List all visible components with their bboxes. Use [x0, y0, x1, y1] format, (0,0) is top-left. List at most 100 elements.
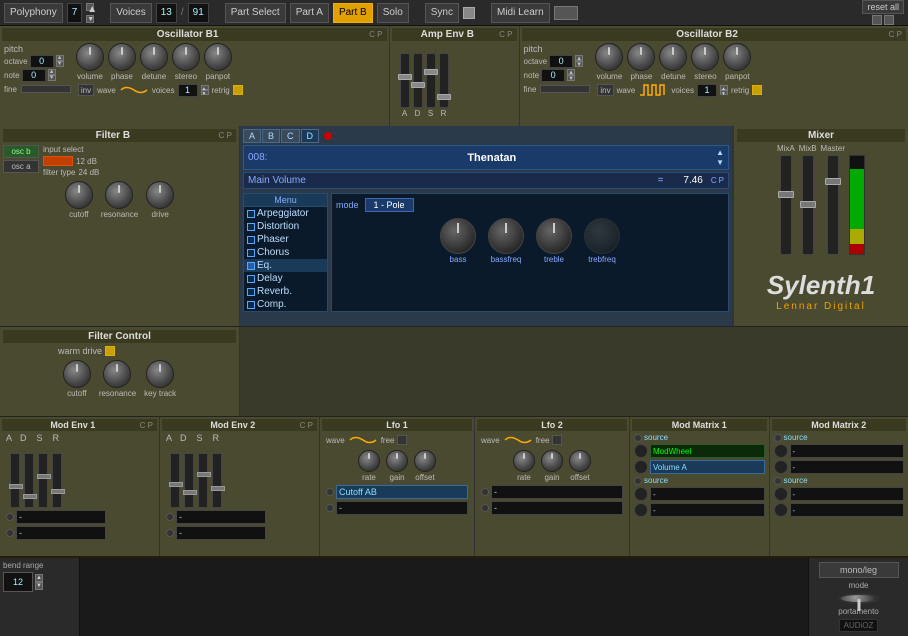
- reverb-checkbox[interactable]: [247, 288, 255, 296]
- eq-treble-knob[interactable]: [536, 218, 572, 254]
- osc-b1-panpot-knob[interactable]: [204, 43, 232, 71]
- filter-b-cutoff-knob[interactable]: [65, 181, 93, 209]
- osc-b2-stereo-knob[interactable]: [691, 43, 719, 71]
- mod-env1-a-track[interactable]: [10, 453, 20, 508]
- polyphony-btn[interactable]: Polyphony: [4, 3, 63, 23]
- mod-env1-d-track[interactable]: [24, 453, 34, 508]
- mm1-knob2[interactable]: [634, 460, 648, 474]
- lfo1-free-led[interactable]: [397, 435, 407, 445]
- filter-b-drive-knob[interactable]: [146, 181, 174, 209]
- osc-b2-detune-knob[interactable]: [659, 43, 687, 71]
- osc-b2-oct-dn[interactable]: ▼: [575, 61, 583, 67]
- osc-b2-octave-val[interactable]: 0: [549, 55, 573, 68]
- patch-up-arrow[interactable]: ▲: [716, 148, 724, 157]
- eq-bass-knob[interactable]: [440, 218, 476, 254]
- lfo2-rate-knob[interactable]: [513, 450, 535, 472]
- eq-mode-display[interactable]: 1 - Pole: [365, 198, 414, 212]
- midi-learn-btn[interactable]: Midi Learn: [491, 3, 550, 23]
- lfo1-rate-knob[interactable]: [358, 450, 380, 472]
- solo-btn[interactable]: Solo: [377, 3, 409, 23]
- mod-env2-d-track[interactable]: [184, 453, 194, 508]
- osc-b1-stereo-knob[interactable]: [172, 43, 200, 71]
- mm1-knob1[interactable]: [634, 444, 648, 458]
- part-select-btn[interactable]: Part Select: [225, 3, 286, 23]
- mod-env1-dropdown1[interactable]: -: [16, 510, 106, 524]
- osc-b1-phase-knob[interactable]: [108, 43, 136, 71]
- arp-checkbox[interactable]: [247, 210, 255, 218]
- mod-env2-dropdown2[interactable]: -: [176, 526, 266, 540]
- osc-b2-panpot-knob[interactable]: [723, 43, 751, 71]
- mod-env1-d-thumb[interactable]: [23, 494, 37, 499]
- osc-b1-inv-btn[interactable]: inv: [78, 84, 94, 96]
- mod-env1-r-thumb[interactable]: [51, 489, 65, 494]
- bend-value-display[interactable]: 12: [3, 572, 33, 592]
- lfo1-dest2[interactable]: -: [336, 501, 468, 515]
- mixer-mixb-track[interactable]: [802, 155, 814, 255]
- filter-ctrl-resonance-knob[interactable]: [103, 360, 131, 388]
- menu-eq[interactable]: Eq.: [244, 259, 327, 272]
- mod-env2-s-track[interactable]: [198, 453, 208, 508]
- mod-env2-s-thumb[interactable]: [197, 472, 211, 477]
- mod-env2-a-thumb[interactable]: [169, 482, 183, 487]
- chorus-checkbox[interactable]: [247, 249, 255, 257]
- mod-env2-r-track[interactable]: [212, 453, 222, 508]
- patch-tab-a[interactable]: A: [243, 129, 261, 143]
- patch-dn-arrow[interactable]: ▼: [716, 158, 724, 167]
- osc-b1-fine-slider[interactable]: [21, 85, 71, 93]
- amp-env-a-track[interactable]: [400, 53, 410, 108]
- eq-checkbox[interactable]: [247, 262, 255, 270]
- mod-env1-s-track[interactable]: [38, 453, 48, 508]
- menu-reverb[interactable]: Reverb.: [244, 285, 327, 298]
- mm2-source1-display[interactable]: -: [790, 444, 905, 458]
- mm2-dest2-display[interactable]: -: [790, 503, 905, 517]
- lfo2-free-led[interactable]: [552, 435, 562, 445]
- mm2-knob4[interactable]: [774, 503, 788, 517]
- osc-b1-voices-dn[interactable]: ▼: [201, 90, 209, 95]
- mm1-dest1-display[interactable]: Volume A: [650, 460, 765, 474]
- voices-btn[interactable]: Voices: [110, 3, 151, 23]
- mixer-master-track[interactable]: [827, 155, 839, 255]
- patch-tab-c[interactable]: C: [281, 129, 300, 143]
- menu-btn[interactable]: Menu: [244, 194, 327, 207]
- polyphony-down[interactable]: ▼: [86, 15, 94, 23]
- mixer-mixb-thumb[interactable]: [800, 201, 816, 208]
- osc-b1-voices-val[interactable]: 1: [178, 84, 198, 97]
- lfo2-offset-knob[interactable]: [569, 450, 591, 472]
- amp-env-a-thumb[interactable]: [398, 74, 412, 80]
- delay-checkbox[interactable]: [247, 275, 255, 283]
- portamento-knob[interactable]: [839, 593, 879, 604]
- osc-b1-retrig-led[interactable]: [233, 85, 243, 95]
- osc-b2-note-dn[interactable]: ▼: [567, 75, 575, 81]
- mod-env1-r-track[interactable]: [52, 453, 62, 508]
- amp-env-r-thumb[interactable]: [437, 94, 451, 100]
- patch-tab-d[interactable]: D: [301, 129, 320, 143]
- mm1-source1-display[interactable]: ModWheel: [650, 444, 765, 458]
- filter-b-oscb-btn[interactable]: osc b: [3, 145, 39, 158]
- mm2-dest1-display[interactable]: -: [790, 460, 905, 474]
- part-b-btn[interactable]: Part B: [333, 3, 373, 23]
- filter-b-osca-btn[interactable]: osc a: [3, 160, 39, 173]
- dist-checkbox[interactable]: [247, 223, 255, 231]
- osc-b1-note-val[interactable]: 0: [22, 69, 46, 82]
- osc-b1-octave-val[interactable]: 0: [30, 55, 54, 68]
- mixer-mixa-track[interactable]: [780, 155, 792, 255]
- bend-up[interactable]: ▲: [35, 574, 43, 582]
- mod-env1-dropdown2[interactable]: -: [16, 526, 106, 540]
- osc-b1-detune-knob[interactable]: [140, 43, 168, 71]
- mod-env2-a-track[interactable]: [170, 453, 180, 508]
- menu-distortion[interactable]: Distortion: [244, 220, 327, 233]
- filter-b-resonance-knob[interactable]: [105, 181, 133, 209]
- amp-env-d-thumb[interactable]: [411, 82, 425, 88]
- reset-all-btn[interactable]: reset all: [862, 0, 904, 14]
- osc-b2-inv-btn[interactable]: inv: [597, 84, 613, 96]
- lfo2-gain-knob[interactable]: [541, 450, 563, 472]
- osc-b2-volume-knob[interactable]: [595, 43, 623, 71]
- filter-ctrl-keytrack-knob[interactable]: [146, 360, 174, 388]
- osc-b2-voices-val[interactable]: 1: [697, 84, 717, 97]
- mm1-knob3[interactable]: [634, 487, 648, 501]
- mm2-source2-display[interactable]: -: [790, 487, 905, 501]
- lfo1-dest1[interactable]: Cutoff AB: [336, 485, 468, 499]
- piano-keys[interactable]: // Will be generated by inline script be…: [80, 558, 808, 636]
- lfo2-dest2[interactable]: -: [491, 501, 623, 515]
- mod-env1-a-thumb[interactable]: [9, 484, 23, 489]
